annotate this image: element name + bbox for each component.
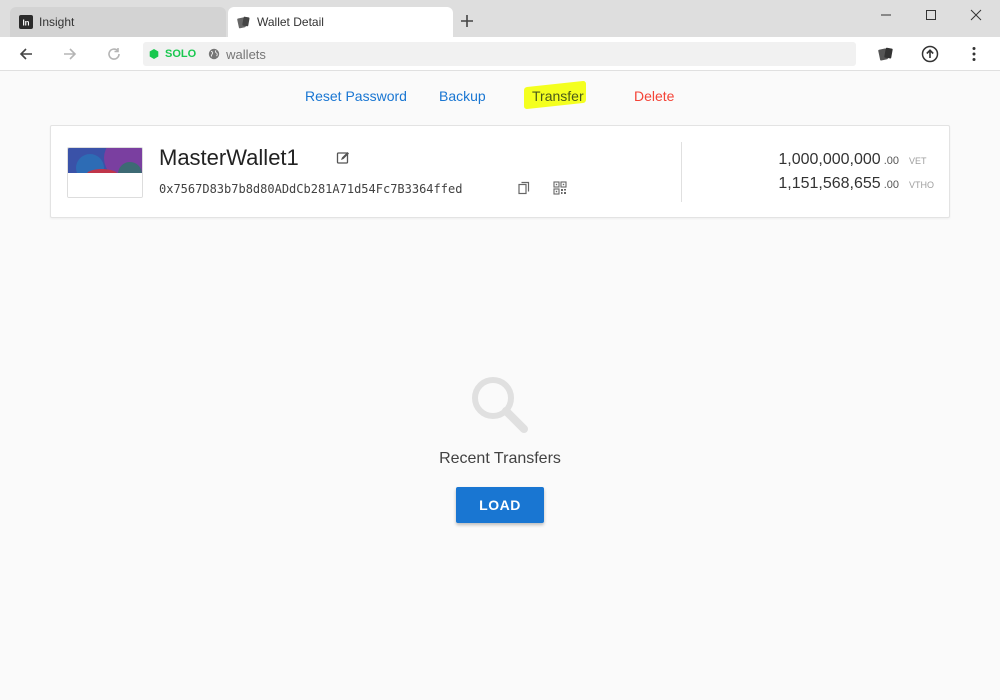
sync-cards-icon: [237, 15, 251, 29]
delete-link[interactable]: Delete: [634, 88, 674, 104]
upload-icon[interactable]: [920, 44, 940, 64]
balance-unit: VET: [909, 156, 927, 166]
reload-icon[interactable]: [104, 44, 124, 64]
balance-integer: 1,000,000,000: [778, 151, 881, 168]
transfer-link[interactable]: Transfer: [532, 88, 584, 104]
browser-toolbar: SOLO wallets: [0, 37, 1000, 71]
wallet-card: MasterWallet1 0x7567D83b7b8d80ADdCb281A7…: [50, 125, 950, 218]
network-label: SOLO: [165, 48, 197, 60]
vtho-balance: 1,151,568,655 .00 VTHO: [778, 175, 935, 193]
wallet-actions: Reset Password Backup Transfer Delete: [0, 88, 1000, 108]
wallet-name: MasterWallet1: [159, 145, 299, 170]
back-arrow-icon[interactable]: [16, 44, 36, 64]
url-text: wallets: [226, 46, 266, 62]
vet-balance: 1,000,000,000 .00 VET: [778, 151, 933, 169]
network-hexagon-icon: [149, 49, 159, 59]
network-badge: SOLO: [149, 48, 196, 60]
insight-logo-icon: In: [19, 15, 33, 29]
qr-code-icon[interactable]: [553, 181, 567, 195]
minimize-icon[interactable]: [875, 6, 897, 24]
balance-decimal: .00: [883, 179, 899, 191]
maximize-icon[interactable]: [920, 6, 942, 24]
balance-integer: 1,151,568,655: [778, 175, 881, 192]
balance-decimal: .00: [883, 155, 899, 167]
tab-title: Insight: [39, 15, 75, 29]
copy-icon[interactable]: [517, 181, 531, 195]
close-window-icon[interactable]: [965, 6, 987, 24]
more-menu-icon[interactable]: [964, 44, 984, 64]
reset-password-link[interactable]: Reset Password: [305, 88, 407, 104]
close-tab-icon[interactable]: [429, 15, 443, 29]
tab-insight[interactable]: In Insight: [10, 7, 226, 37]
balance-unit: VTHO: [909, 180, 935, 190]
edit-icon[interactable]: [336, 151, 350, 165]
backup-link[interactable]: Backup: [439, 88, 486, 104]
search-icon: [468, 373, 530, 435]
wallet-address: 0x7567D83b7b8d80ADdCb281A71d54Fc7B3364ff…: [159, 182, 463, 196]
tab-strip: In Insight Wallet Detail: [0, 0, 1000, 37]
new-tab-icon[interactable]: [458, 12, 476, 30]
load-button[interactable]: LOAD: [456, 487, 544, 523]
recent-transfers-title: Recent Transfers: [439, 450, 561, 467]
wallet-avatar: [67, 147, 143, 198]
address-bar[interactable]: SOLO wallets: [143, 42, 856, 66]
tab-wallet-detail[interactable]: Wallet Detail: [228, 7, 453, 37]
insight-logo-text: In: [22, 19, 29, 28]
sync-extension-icon[interactable]: [876, 44, 896, 64]
globe-icon: [208, 48, 220, 60]
card-divider: [681, 142, 682, 202]
tab-title: Wallet Detail: [257, 15, 324, 29]
forward-arrow-icon[interactable]: [60, 44, 80, 64]
